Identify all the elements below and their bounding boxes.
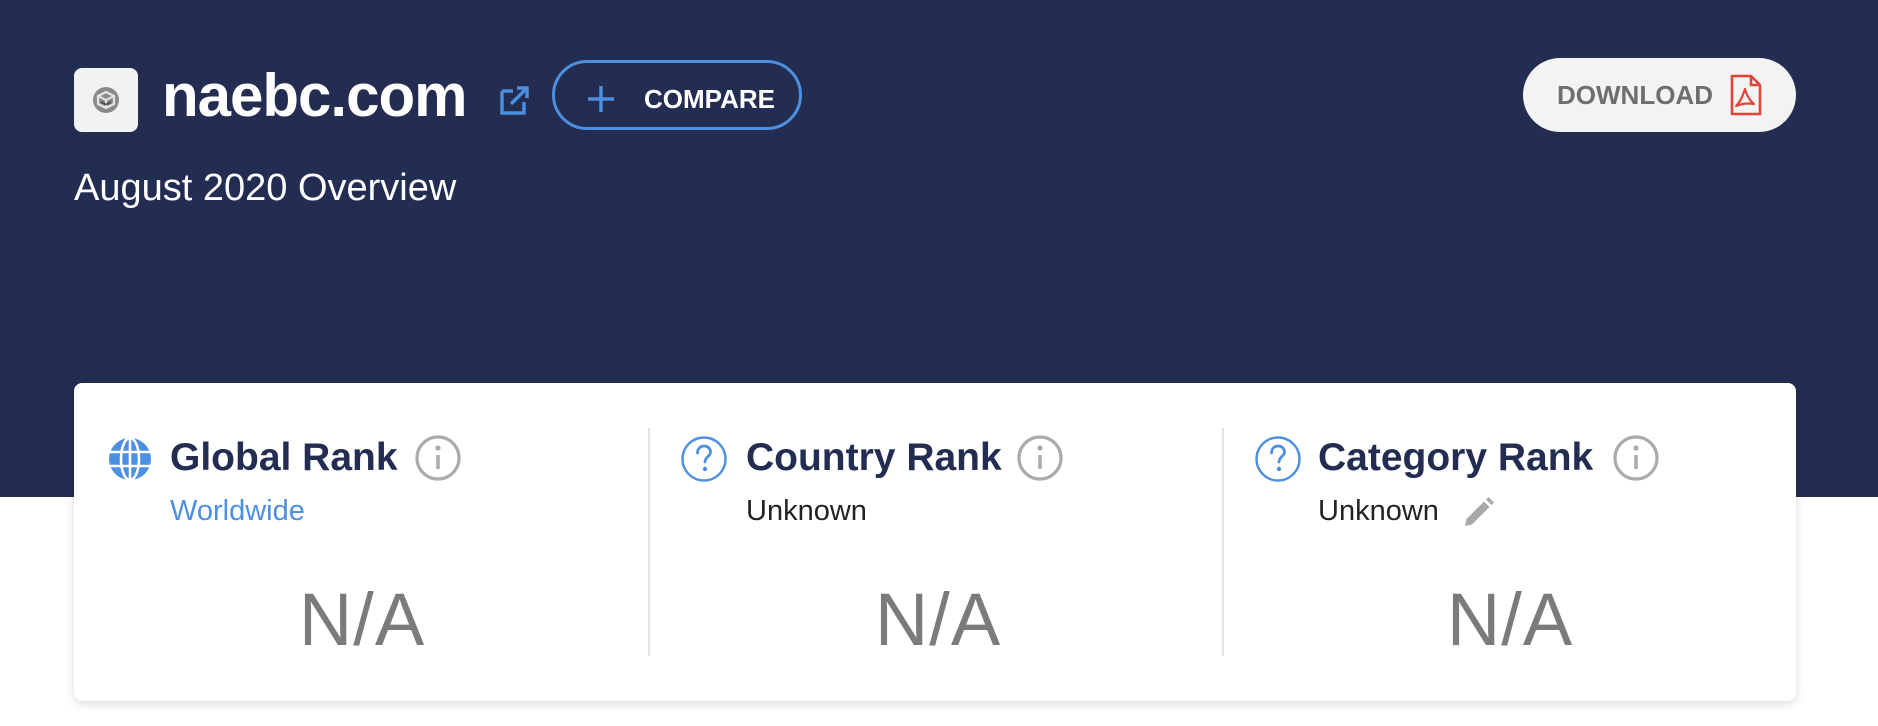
pdf-file-icon <box>1730 74 1762 116</box>
category-rank-title: Category Rank <box>1318 436 1594 479</box>
plus-icon <box>588 86 614 112</box>
global-rank-panel: Global Rank Worldwide N/A <box>74 383 648 701</box>
country-rank-panel: Country Rank Unknown N/A <box>650 383 1224 701</box>
info-icon[interactable] <box>414 434 462 482</box>
site-favicon <box>74 68 138 132</box>
question-circle-icon <box>681 436 727 482</box>
category-rank-category: Unknown <box>1318 495 1439 527</box>
site-favicon-icon <box>93 87 119 113</box>
compare-button[interactable]: COMPARE <box>552 60 802 130</box>
site-domain-title: naebc.com <box>162 62 467 129</box>
overview-subtitle: August 2020 Overview <box>74 167 457 209</box>
download-button-label: DOWNLOAD <box>1557 80 1713 110</box>
info-icon[interactable] <box>1612 434 1660 482</box>
category-rank-value: N/A <box>1446 578 1574 661</box>
globe-icon <box>109 436 151 482</box>
country-rank-title: Country Rank <box>746 436 1002 479</box>
country-rank-region: Unknown <box>746 495 867 527</box>
page: naebc.com COMPARE DOWNLOAD August 2020 O… <box>0 0 1878 726</box>
download-button[interactable]: DOWNLOAD <box>1523 58 1796 132</box>
info-icon[interactable] <box>1016 434 1064 482</box>
country-rank-value: N/A <box>874 578 1002 661</box>
external-link-icon[interactable] <box>497 82 533 118</box>
global-rank-title: Global Rank <box>170 436 398 479</box>
global-rank-region-link[interactable]: Worldwide <box>170 493 305 529</box>
category-rank-panel: Category Rank Unknown N/A <box>1224 383 1796 701</box>
compare-button-label: COMPARE <box>644 84 775 114</box>
global-rank-value: N/A <box>298 578 426 661</box>
ranks-card: Global Rank Worldwide N/A Country Rank U… <box>74 383 1796 701</box>
question-circle-icon <box>1255 436 1301 482</box>
pencil-edit-icon[interactable] <box>1460 495 1496 531</box>
